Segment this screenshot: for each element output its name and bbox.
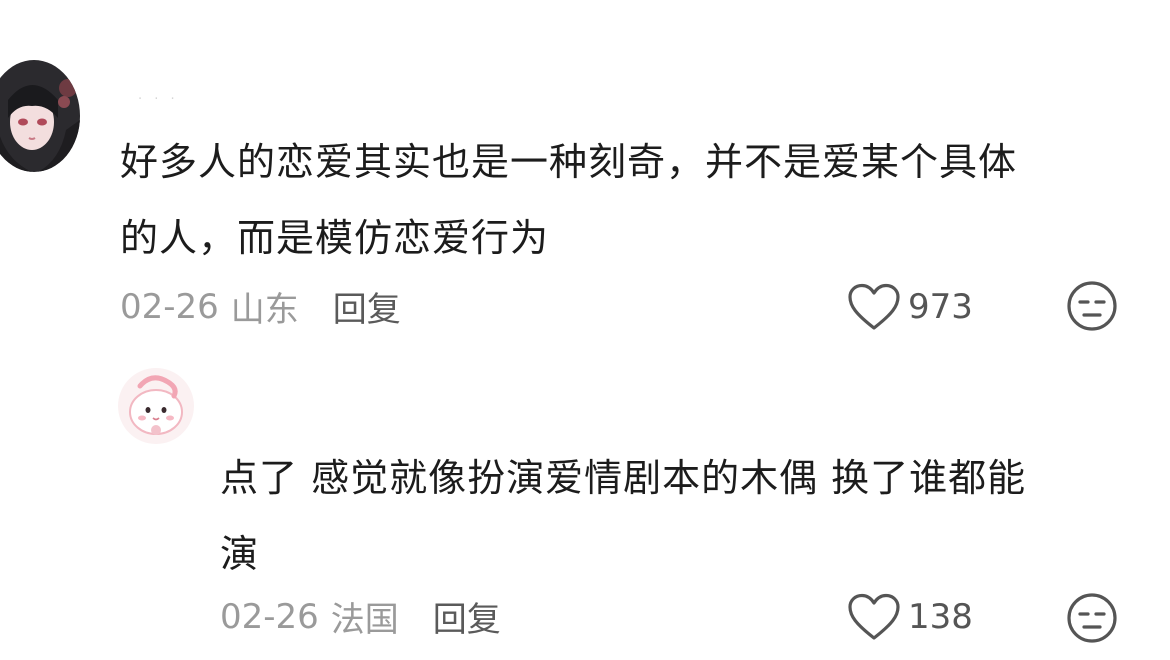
comment-date: 02-26 (120, 286, 219, 327)
unamused-face-icon (1067, 593, 1117, 643)
unamused-face-icon (1067, 281, 1117, 331)
comment-meta: 02-26 山东 回复 (120, 282, 401, 331)
reply-button[interactable]: 回复 (433, 592, 501, 641)
comment-text: 好多人的恋爱其实也是一种刻奇，并不是爱某个具体 的人，而是模仿恋爱行为 (120, 124, 1130, 276)
comment-location: 法国 (330, 600, 399, 640)
comment-line: 点了 感觉就像扮演爱情剧本的木偶 换了谁都能 (220, 456, 1027, 500)
like-button[interactable]: 138 (846, 592, 973, 642)
comment-location: 山东 (230, 290, 299, 330)
username[interactable]: · · · (138, 92, 179, 107)
avatar[interactable] (0, 60, 80, 172)
like-button[interactable]: 973 (846, 282, 973, 332)
reply-button[interactable]: 回复 (333, 282, 401, 331)
avatar[interactable] (118, 368, 194, 444)
comment-meta: 02-26 法国 回复 (220, 592, 501, 641)
anime-girl-avatar-icon (0, 60, 80, 172)
comment-date: 02-26 (220, 596, 319, 637)
heart-outline-icon (848, 593, 900, 640)
like-count: 138 (908, 597, 973, 637)
comment-text: 点了 感觉就像扮演爱情剧本的木偶 换了谁都能 演 (220, 440, 1130, 592)
comment-line: 演 (220, 532, 260, 576)
comment-line: 好多人的恋爱其实也是一种刻奇，并不是爱某个具体 (120, 140, 1018, 184)
like-count: 973 (908, 287, 973, 327)
comment-line: 的人，而是模仿恋爱行为 (120, 216, 550, 260)
dislike-button[interactable] (1066, 592, 1118, 644)
dislike-button[interactable] (1066, 280, 1118, 332)
pink-bunny-avatar-icon (118, 368, 194, 444)
heart-outline-icon (848, 283, 900, 330)
